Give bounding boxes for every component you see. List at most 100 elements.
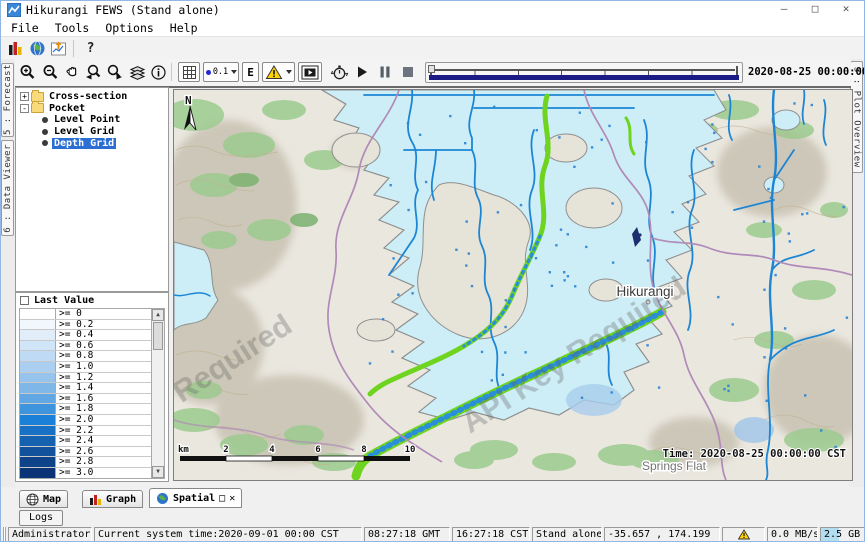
node-bullet-icon (42, 140, 48, 146)
tree-item-label: Cross-section (47, 91, 129, 102)
pan-hand-button[interactable] (62, 62, 82, 82)
legend-swatch (20, 320, 56, 330)
legend-row: >= 0 (20, 309, 151, 320)
legend-label: >= 2.6 (56, 447, 151, 457)
logs-button[interactable]: Logs (19, 510, 63, 526)
legend-swatch (20, 351, 56, 361)
tab-data-viewer[interactable]: 6 : Data Viewer (1, 140, 14, 236)
legend-swatch (20, 404, 56, 414)
legend-swatch (20, 457, 56, 467)
record-button[interactable] (409, 63, 423, 83)
legend-label: >= 1.0 (56, 362, 151, 372)
legend-label: >= 1.8 (56, 404, 151, 414)
minimize-button[interactable]: – (778, 2, 790, 15)
menu-file[interactable]: File (3, 21, 47, 35)
animation-window-button[interactable] (298, 62, 322, 82)
warnings-dropdown[interactable] (262, 62, 295, 82)
database-viewer-icon[interactable] (6, 39, 25, 58)
timeline-thumb[interactable] (428, 65, 435, 73)
legend-swatch (20, 468, 56, 478)
legend-label: >= 0.4 (56, 330, 151, 340)
locality-label: Springs Flat (642, 459, 707, 473)
timeline-slider[interactable] (425, 62, 743, 83)
close-button[interactable]: ✕ (840, 2, 852, 15)
tab-close-icon[interactable]: ✕ (229, 493, 235, 504)
tab-graph-label: Graph (106, 494, 136, 505)
legend-panel: Last Value >= 0>= 0.2>= 0.4>= 0.6>= 0.8>… (15, 292, 169, 482)
zoom-in-button[interactable] (17, 62, 37, 82)
timeline-datetime: 2020-08-25 00:00:00 CST (748, 66, 865, 78)
legend-swatch (20, 341, 56, 351)
tab-spatial[interactable]: Spatial □ ✕ (149, 488, 242, 508)
menu-tools[interactable]: Tools (47, 21, 98, 35)
tree-item-depth-grid[interactable]: Depth Grid (16, 137, 168, 149)
legend-swatch (20, 362, 56, 372)
tree-item-pocket[interactable]: - Pocket (16, 103, 168, 115)
globe-icon (156, 492, 169, 505)
legend-swatch (20, 415, 56, 425)
legend-label: >= 3.0 (56, 468, 151, 478)
warning-icon (738, 529, 750, 540)
svg-text:10: 10 (405, 445, 416, 455)
zoom-out-button[interactable] (40, 62, 60, 82)
chevron-down-icon (286, 70, 292, 74)
legend-label: >= 0.8 (56, 351, 151, 361)
legend-label: >= 1.2 (56, 373, 151, 383)
layers-button[interactable] (127, 62, 147, 82)
legend-swatch (20, 373, 56, 383)
legend-label: >= 2.2 (56, 426, 151, 436)
animation-settings-icon[interactable] (328, 62, 350, 82)
last-value-checkbox[interactable] (20, 296, 29, 305)
svg-text:8: 8 (361, 445, 366, 455)
zoom-next-button[interactable] (104, 62, 124, 82)
map-time-label: Time: 2020-08-25 00:00:00 CST (663, 448, 846, 460)
legend-label: >= 0.6 (56, 341, 151, 351)
tab-map-label: Map (43, 494, 61, 505)
memory-usage-text: 2.5 GB (824, 529, 860, 540)
legend-scrollbar[interactable]: ▲ ▼ (151, 309, 164, 478)
menu-options[interactable]: Options (97, 21, 161, 35)
map-view[interactable]: API Key Required API Key Required N km 2… (173, 89, 853, 481)
tab-forecast[interactable]: 5 : Forecast (1, 63, 14, 137)
legend-label: >= 2.0 (56, 415, 151, 425)
legend-swatch (20, 394, 56, 404)
zoom-previous-button[interactable] (83, 62, 103, 82)
grid-display-button[interactable] (178, 62, 200, 82)
statusbar-grip (3, 527, 6, 542)
tab-map[interactable]: Map (19, 490, 68, 508)
legend-row: >= 1.0 (20, 362, 151, 373)
data-tree-panel: + Cross-section - PocketLevel PointLevel Gr… (15, 87, 169, 292)
legend-label: >= 0 (56, 309, 151, 319)
svg-text:km: km (178, 445, 189, 455)
tree-item-level-grid[interactable]: Level Grid (16, 126, 168, 138)
tree-toggle-icon[interactable]: + (20, 92, 29, 101)
legend-label: >= 2.8 (56, 457, 151, 467)
tree-item-label: Pocket (47, 103, 87, 114)
folder-icon (31, 103, 44, 113)
status-memory: 2.5 GB (820, 527, 865, 542)
tree-toggle-icon[interactable]: - (20, 104, 29, 113)
info-button[interactable] (149, 62, 167, 82)
tab-graph[interactable]: Graph (82, 490, 143, 508)
tab-spatial-label: Spatial (173, 493, 215, 504)
menu-help[interactable]: Help (162, 21, 206, 35)
svg-text:6: 6 (315, 445, 320, 455)
scroll-thumb[interactable] (153, 322, 163, 350)
legend-swatch (20, 330, 56, 340)
scroll-up-icon[interactable]: ▲ (152, 309, 164, 321)
timeline-data-bar (429, 75, 739, 80)
tree-item-level-point[interactable]: Level Point (16, 114, 168, 126)
labels-button[interactable]: E (242, 62, 259, 82)
tab-data-viewer-label: 6 : Data Viewer (3, 144, 13, 233)
status-user: Administrator (8, 527, 92, 542)
tab-maximize-icon[interactable]: □ (219, 493, 225, 504)
status-warning[interactable] (722, 527, 765, 542)
legend-row: >= 2.0 (20, 415, 151, 426)
scroll-down-icon[interactable]: ▼ (152, 466, 164, 478)
labels-button-glyph: E (247, 66, 254, 79)
legend-swatch (20, 479, 56, 480)
map-display-icon[interactable] (28, 39, 47, 58)
maximize-button[interactable]: □ (809, 2, 821, 15)
help-icon[interactable]: ? (81, 39, 100, 58)
timeseries-display-icon[interactable] (49, 39, 68, 58)
